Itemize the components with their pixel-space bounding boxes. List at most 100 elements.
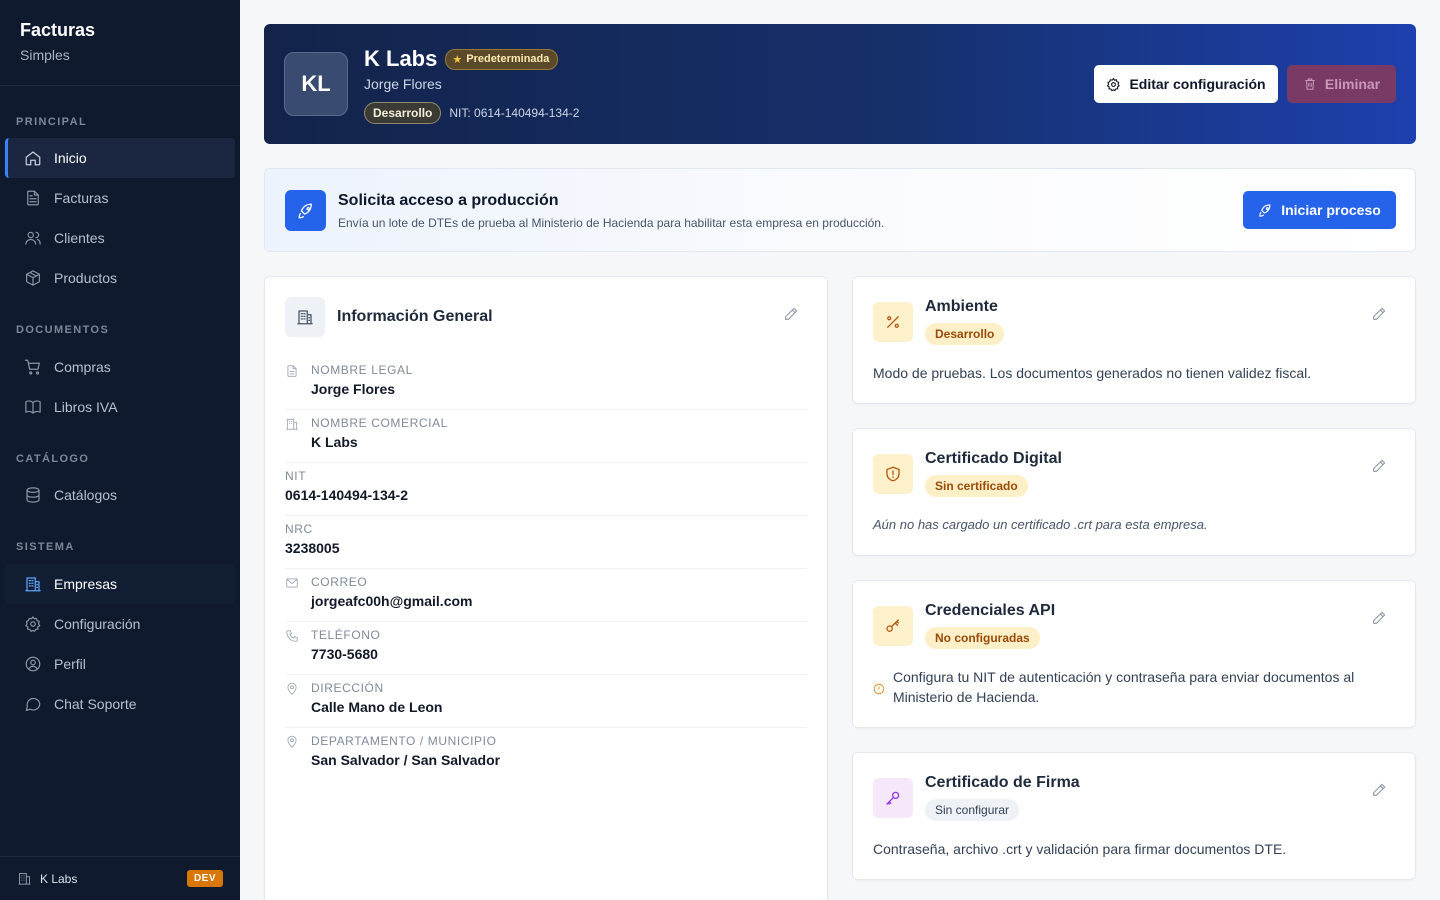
- sidebar-item-inicio[interactable]: Inicio: [5, 138, 235, 178]
- sidebar-item-compras[interactable]: Compras: [5, 347, 235, 387]
- sidebar-item-label: Catálogos: [54, 487, 118, 503]
- field-label: NOMBRE LEGAL: [311, 363, 413, 377]
- field-label: DIRECCIÓN: [311, 681, 384, 695]
- firma-description: Contraseña, archivo .crt y validación pa…: [873, 841, 1287, 857]
- sidebar-item-libros-iva[interactable]: Libros IVA: [5, 387, 235, 427]
- general-info-card: Información General NOMBRE LEGAL Jorge F…: [264, 276, 828, 900]
- sidebar-item-catalogos[interactable]: Catálogos: [5, 475, 235, 515]
- brand-title: Facturas: [20, 20, 96, 40]
- sidebar-item-clientes[interactable]: Clientes: [5, 218, 235, 258]
- sidebar-item-label: Productos: [54, 270, 118, 286]
- field-label: CORREO: [311, 575, 368, 589]
- ambiente-title: Ambiente: [925, 298, 998, 315]
- sidebar-item-empresas[interactable]: Empresas: [5, 564, 235, 604]
- default-badge: ★ Predeterminada: [445, 48, 559, 70]
- edit-certificado-button[interactable]: [1371, 458, 1387, 474]
- start-process-button[interactable]: Iniciar proceso: [1243, 191, 1396, 229]
- delete-button[interactable]: Eliminar: [1287, 65, 1396, 103]
- field-label: NOMBRE COMERCIAL: [311, 416, 448, 430]
- general-info-title: Información General: [337, 308, 493, 325]
- map-pin-icon: [285, 735, 299, 749]
- document-icon: [285, 364, 299, 378]
- nav-section-sistema: SISTEMA: [16, 541, 75, 553]
- rocket-icon: [298, 203, 312, 218]
- gear-icon: [1107, 77, 1121, 91]
- sidebar-item-label: Chat Soporte: [54, 696, 137, 712]
- field-value: 3238005: [285, 540, 340, 556]
- production-request-card: Solicita acceso a producción Envía un lo…: [264, 168, 1416, 252]
- sidebar: Facturas Simples PRINCIPAL Inicio Factur…: [0, 0, 240, 900]
- sidebar-item-label: Perfil: [54, 656, 86, 672]
- field-label: TELÉFONO: [311, 628, 381, 642]
- field-value: San Salvador / San Salvador: [311, 752, 501, 768]
- percent-icon: [887, 316, 899, 328]
- pencil-icon: [785, 307, 798, 320]
- field-value: 0614-140494-134-2: [285, 487, 408, 503]
- box-icon: [26, 270, 40, 286]
- credenciales-api-card: Credenciales API No configuradas Configu…: [852, 580, 1416, 728]
- field-departamento-municipio: DEPARTAMENTO / MUNICIPIO San Salvador / …: [285, 728, 807, 781]
- chat-icon: [25, 697, 41, 711]
- company-owner: Jorge Flores: [364, 76, 442, 92]
- production-description: Envía un lote de DTEs de prueba al Minis…: [338, 216, 885, 230]
- sidebar-item-label: Facturas: [54, 190, 109, 206]
- field-label: DEPARTAMENTO / MUNICIPIO: [311, 734, 497, 748]
- certificado-badge: Sin certificado: [925, 475, 1028, 497]
- sidebar-item-label: Compras: [54, 359, 111, 375]
- company-meta: Desarrollo NIT: 0614-140494-134-2: [364, 102, 579, 124]
- cart-icon: [24, 359, 40, 375]
- building-icon: [297, 310, 313, 325]
- certificado-digital-card: Certificado Digital Sin certificado Aún …: [852, 428, 1416, 556]
- company-name: K Labs: [364, 46, 438, 71]
- sidebar-item-label: Configuración: [54, 616, 141, 632]
- sidebar-item-productos[interactable]: Productos: [5, 258, 235, 298]
- edit-general-info-button[interactable]: [783, 306, 799, 322]
- environment-badge: DEV: [186, 870, 223, 887]
- sidebar-item-facturas[interactable]: Facturas: [5, 178, 235, 218]
- credenciales-badge: No configuradas: [925, 627, 1040, 649]
- edit-config-label: Editar configuración: [1129, 76, 1266, 92]
- user-circle-icon: [25, 656, 41, 672]
- mail-icon: [285, 576, 299, 590]
- edit-credenciales-button[interactable]: [1371, 610, 1387, 626]
- phone-icon: [285, 629, 299, 643]
- field-value: 7730-5680: [311, 646, 378, 662]
- building-icon: [25, 577, 41, 592]
- sidebar-footer[interactable]: K Labs DEV: [0, 856, 240, 900]
- field-nit: NIT 0614-140494-134-2: [285, 463, 807, 516]
- book-icon: [25, 400, 41, 414]
- star-icon: ★: [452, 53, 463, 66]
- trash-icon: [1305, 78, 1315, 90]
- pencil-icon: [1373, 611, 1386, 624]
- pencil-icon: [1373, 459, 1386, 472]
- field-value: Jorge Flores: [311, 381, 396, 397]
- rocket-icon-box: [285, 190, 326, 231]
- sidebar-item-chat-soporte[interactable]: Chat Soporte: [5, 684, 235, 724]
- key-icon-box: [873, 606, 913, 646]
- warning-icon: [873, 682, 885, 695]
- field-nrc: NRC 3238005: [285, 516, 807, 569]
- production-title: Solicita acceso a producción: [338, 192, 559, 209]
- shield-icon-box: [873, 454, 913, 494]
- document-icon: [27, 190, 39, 206]
- certificado-firma-card: Certificado de Firma Sin configurar Cont…: [852, 752, 1416, 880]
- edit-ambiente-button[interactable]: [1371, 306, 1387, 322]
- footer-company-name: K Labs: [40, 871, 78, 886]
- edit-firma-button[interactable]: [1371, 782, 1387, 798]
- gear-icon: [25, 616, 41, 632]
- field-value: jorgeafc00h@gmail.com: [311, 593, 473, 609]
- percent-icon-box: [873, 302, 913, 342]
- ambiente-card: Ambiente Desarrollo Modo de pruebas. Los…: [852, 276, 1416, 404]
- edit-config-button[interactable]: Editar configuración: [1094, 65, 1278, 103]
- users-icon: [25, 231, 41, 245]
- field-nombre-legal: NOMBRE LEGAL Jorge Flores: [285, 357, 807, 410]
- map-pin-icon: [285, 682, 299, 696]
- sidebar-item-label: Inicio: [54, 150, 87, 166]
- field-label: NRC: [285, 522, 313, 536]
- certificado-description: Aún no has cargado un certificado .crt p…: [873, 517, 1208, 532]
- sidebar-item-configuracion[interactable]: Configuración: [5, 604, 235, 644]
- rocket-icon: [1259, 203, 1271, 217]
- sidebar-item-perfil[interactable]: Perfil: [5, 644, 235, 684]
- credenciales-title: Credenciales API: [925, 602, 1056, 619]
- key-icon: [886, 619, 899, 632]
